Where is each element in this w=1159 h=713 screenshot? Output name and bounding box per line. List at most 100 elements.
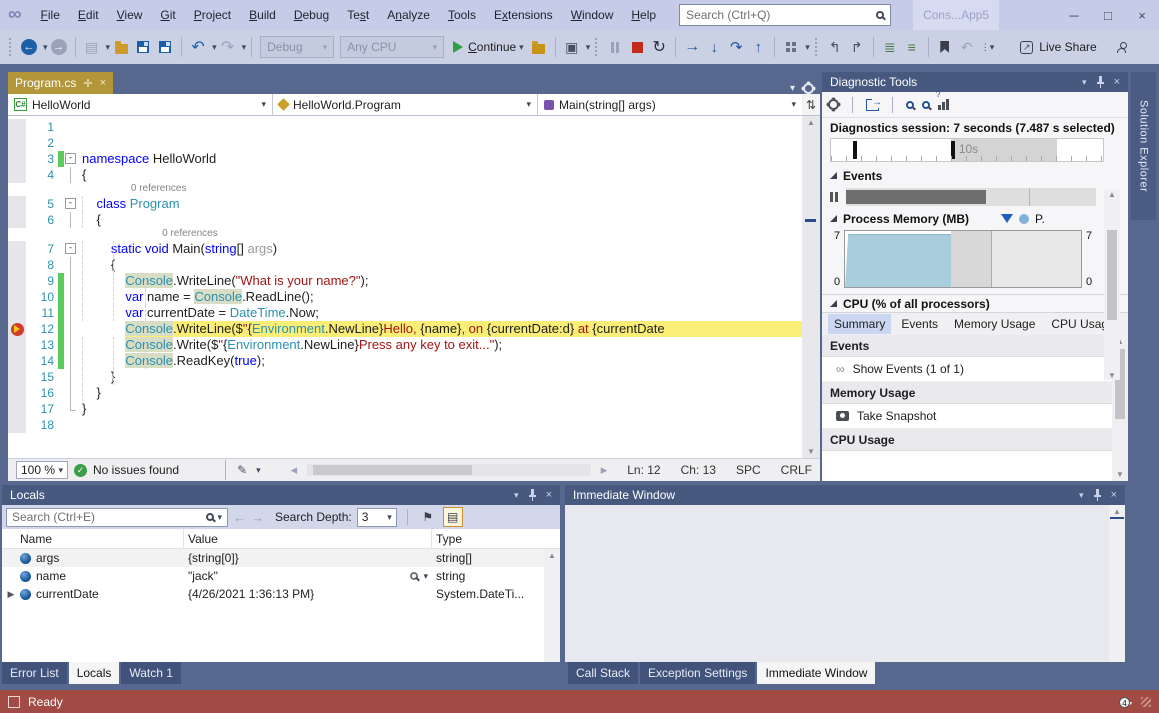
menu-extensions[interactable]: Extensions: [485, 4, 562, 26]
code-line-1[interactable]: 1: [8, 119, 802, 135]
menu-analyze[interactable]: Analyze: [378, 4, 439, 26]
type-dropdown[interactable]: HelloWorld.Program▾: [273, 94, 538, 115]
toolbar-grip[interactable]: [815, 38, 819, 56]
editor-options-gear-icon[interactable]: [803, 83, 814, 94]
menu-help[interactable]: Help: [622, 4, 665, 26]
solution-configuration-dropdown[interactable]: Debug▾: [260, 36, 334, 58]
events-timeline-bar[interactable]: [846, 188, 1096, 206]
navigate-forward-button[interactable]: →: [49, 35, 69, 59]
diagnostics-settings-gear-icon[interactable]: [828, 99, 839, 110]
close-panel-icon[interactable]: ×: [1111, 489, 1117, 501]
outlining-margin[interactable]: [64, 401, 78, 417]
outlining-margin[interactable]: [64, 167, 78, 183]
navigate-back-dropdown[interactable]: ▾: [43, 42, 48, 53]
collapse-region-icon[interactable]: -: [65, 243, 76, 254]
locals-header-row[interactable]: Name Value Type: [2, 529, 560, 549]
breakpoint-margin[interactable]: [8, 273, 26, 289]
toggle-formatting-icon[interactable]: ▤: [443, 507, 463, 527]
hscroll-left-icon[interactable]: ◂: [291, 462, 298, 478]
code-cleanup-icon[interactable]: ✎: [237, 463, 247, 477]
breakpoint-margin[interactable]: [8, 196, 26, 212]
background-tasks-icon[interactable]: [8, 696, 20, 708]
maximize-button[interactable]: □: [1091, 0, 1125, 30]
immediate-input-area[interactable]: ▲: [565, 505, 1125, 662]
code-line-8[interactable]: 8 {: [8, 257, 802, 273]
menu-git[interactable]: Git: [151, 4, 184, 26]
scroll-up-icon[interactable]: ▲: [802, 118, 820, 127]
locals-row-currentDate[interactable]: ▶currentDate{4/26/2021 1:36:13 PM}System…: [2, 585, 560, 603]
panel-tab-immediate-window[interactable]: Immediate Window: [757, 662, 875, 684]
pin-panel-icon[interactable]: [1093, 489, 1102, 501]
scroll-down-icon[interactable]: ▼: [802, 447, 820, 456]
outlining-margin[interactable]: [64, 119, 78, 135]
menu-window[interactable]: Window: [562, 4, 623, 26]
panel-tab-exception-settings[interactable]: Exception Settings: [640, 662, 755, 684]
diag-tab-summary[interactable]: Summary: [828, 314, 891, 334]
breakpoint-margin[interactable]: [8, 337, 26, 353]
code-editor[interactable]: 123-namespace HelloWorld4{0 references5-…: [8, 116, 820, 458]
text-visualizer-icon[interactable]: ▾: [410, 571, 432, 582]
code-line-11[interactable]: 11 var currentDate = DateTime.Now;: [8, 305, 802, 321]
panel-tab-watch-1[interactable]: Watch 1: [121, 662, 181, 684]
code-line-4[interactable]: 4{: [8, 167, 802, 183]
outlining-margin[interactable]: [64, 417, 78, 433]
collapse-region-icon[interactable]: -: [65, 153, 76, 164]
menu-build[interactable]: Build: [240, 4, 285, 26]
redo-button[interactable]: ↷: [218, 35, 238, 59]
close-panel-icon[interactable]: ×: [546, 489, 552, 501]
immediate-scrollbar[interactable]: ▲: [1109, 505, 1125, 662]
editor-horizontal-scrollbar[interactable]: [307, 464, 591, 476]
panel-tab-call-stack[interactable]: Call Stack: [568, 662, 638, 684]
code-line-17[interactable]: 17}: [8, 401, 802, 417]
toolbar-grip[interactable]: [9, 38, 13, 56]
split-window-button[interactable]: ⇅: [802, 94, 820, 115]
column-type[interactable]: Type: [432, 532, 560, 546]
breakpoint-margin[interactable]: [8, 151, 26, 167]
zoom-level-dropdown[interactable]: 100 %▾: [16, 461, 68, 479]
outlining-margin[interactable]: [64, 305, 78, 321]
summary-action-take-snapshot[interactable]: Take Snapshot: [822, 404, 1128, 429]
code-line-18[interactable]: 18: [8, 417, 802, 433]
locals-row-name[interactable]: name"jack"▾string: [2, 567, 560, 585]
undo-button[interactable]: ↶: [188, 35, 208, 59]
breakpoint-margin[interactable]: [8, 369, 26, 385]
code-line-12[interactable]: 12 Console.WriteLine($"{Environment.NewL…: [8, 321, 802, 337]
locals-scrollbar[interactable]: ▲: [544, 549, 560, 662]
code-line-14[interactable]: 14 Console.ReadKey(true);: [8, 353, 802, 369]
expand-icon[interactable]: ▶: [2, 589, 20, 600]
continue-button[interactable]: Continue ▾: [453, 35, 524, 59]
pin-tab-icon[interactable]: ✛: [83, 77, 92, 90]
redo-dropdown[interactable]: ▾: [242, 42, 247, 53]
stop-debugging-button[interactable]: [627, 35, 647, 59]
export-icon[interactable]: [866, 99, 879, 111]
summary-action-show-events-1-of-1-[interactable]: ∞Show Events (1 of 1): [822, 357, 1128, 382]
locals-title-bar[interactable]: Locals ▾ ×: [2, 485, 560, 505]
editor-vertical-scrollbar[interactable]: ▲ ▼: [802, 116, 820, 458]
outlining-margin[interactable]: [64, 385, 78, 401]
breakpoints-dropdown[interactable]: ▾: [805, 42, 810, 53]
zoom-in-icon[interactable]: [906, 101, 914, 109]
decrease-indent-button[interactable]: ≣: [880, 35, 900, 59]
breakpoint-current-statement-icon[interactable]: [11, 323, 24, 336]
search-back-icon[interactable]: ←: [233, 510, 246, 525]
memory-section-header[interactable]: Process Memory (MB) P.: [822, 209, 1128, 228]
codelens-references[interactable]: 0 references: [8, 183, 802, 196]
diagnostics-scrollbar[interactable]: ▲ ▼: [1104, 190, 1120, 380]
preview-in-browser-button[interactable]: ▣: [562, 35, 582, 59]
solution-explorer-tab[interactable]: Solution Explorer: [1131, 72, 1156, 220]
issues-status[interactable]: No issues found: [93, 463, 179, 477]
zoom-out-icon[interactable]: [922, 101, 930, 109]
quick-search-input[interactable]: Search (Ctrl+Q): [679, 4, 891, 26]
pin-panel-icon[interactable]: [528, 489, 537, 501]
menu-project[interactable]: Project: [185, 4, 240, 26]
breakpoint-margin[interactable]: [8, 385, 26, 401]
bookmark-dropdown[interactable]: ⋮▾: [981, 42, 995, 53]
outlining-margin[interactable]: -: [64, 241, 78, 257]
memory-filter-icon[interactable]: [1001, 214, 1013, 223]
run-to-cursor-button[interactable]: ↰: [825, 35, 845, 59]
memory-plot-area[interactable]: [844, 230, 1082, 288]
close-tab-icon[interactable]: ×: [100, 77, 106, 89]
toggle-bookmark-button[interactable]: [935, 35, 955, 59]
immediate-title-bar[interactable]: Immediate Window ▾ ×: [565, 485, 1125, 505]
code-line-13[interactable]: 13 Console.Write($"{Environment.NewLine}…: [8, 337, 802, 353]
